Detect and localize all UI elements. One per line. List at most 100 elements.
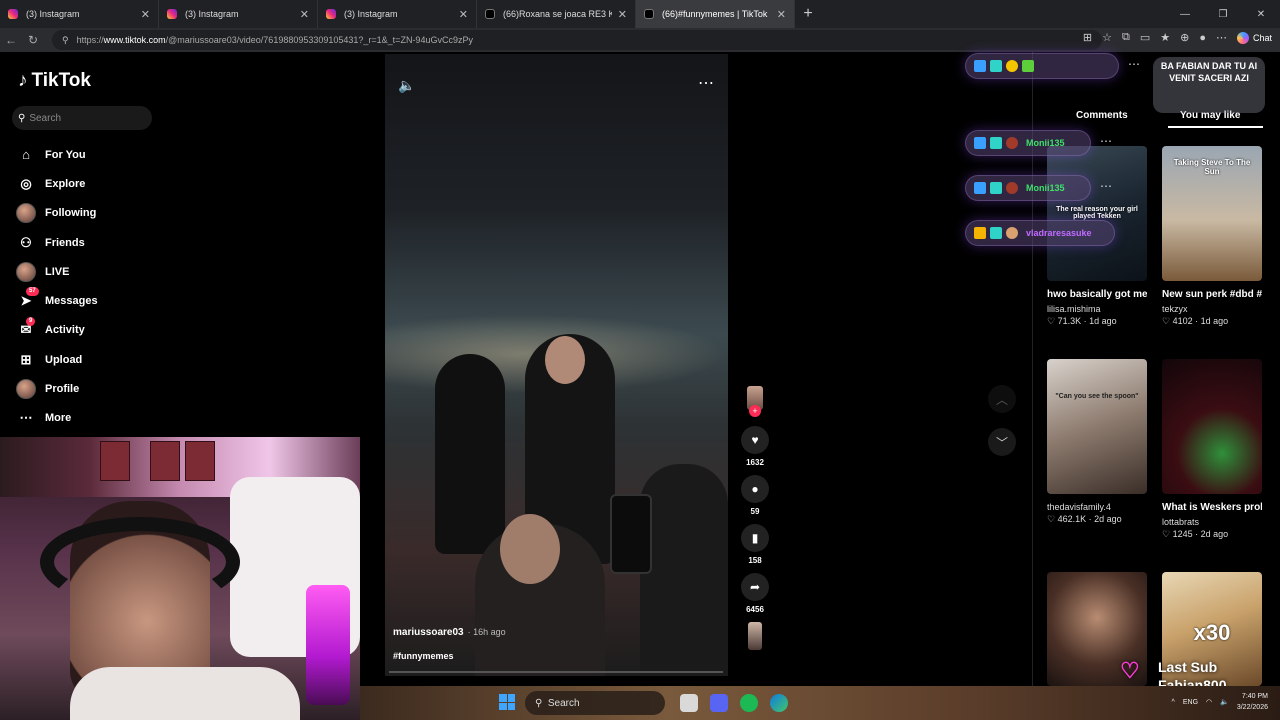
video-caption: mariussoare03 · 16h ago: [393, 627, 506, 638]
video-more-icon[interactable]: ⋯: [698, 73, 715, 93]
discord-icon[interactable]: [710, 694, 728, 712]
browser-tab-active[interactable]: (66)#funnymemes | TikTok ✕: [636, 0, 795, 28]
next-video-button[interactable]: ﹀: [988, 428, 1016, 456]
tab-comments[interactable]: Comments: [1076, 110, 1128, 121]
volume-icon[interactable]: 🔈: [1220, 698, 1229, 706]
new-tab-button[interactable]: +: [795, 5, 821, 23]
wifi-icon[interactable]: ◠: [1206, 698, 1212, 706]
browser-tab[interactable]: (3) Instagram ✕: [318, 0, 477, 28]
profile-icon[interactable]: ●: [1199, 32, 1206, 44]
video-username[interactable]: mariussoare03: [393, 627, 464, 638]
avatar-icon: [16, 379, 36, 400]
previous-video-button[interactable]: ︿: [988, 385, 1016, 413]
sidebar-item-friends[interactable]: ⚇ Friends: [16, 228, 98, 257]
video-figure: [435, 354, 505, 554]
heart-icon: ♡: [1162, 529, 1171, 539]
browser-tab[interactable]: (66)Roxana se joaca RE3 KICK.COM ✕: [477, 0, 636, 28]
heart-icon: ♡: [1162, 316, 1171, 326]
language-indicator[interactable]: ENG: [1183, 699, 1198, 706]
author-avatar[interactable]: +: [747, 386, 763, 417]
taskbar-clock[interactable]: 7:40 PM 3/22/2026: [1237, 691, 1268, 713]
tray-chevron-icon[interactable]: ^: [1172, 699, 1175, 706]
search-box[interactable]: ⚲: [12, 106, 152, 130]
video-hashtag[interactable]: #funnymemes: [393, 651, 454, 661]
sidebar-item-profile[interactable]: Profile: [16, 374, 98, 403]
more-icon: ⋯: [19, 410, 33, 426]
taskbar-search[interactable]: ⚲ Search: [525, 691, 665, 715]
video-progress-bar[interactable]: [389, 671, 723, 673]
badge-icon: [974, 60, 986, 72]
close-tab-icon[interactable]: ✕: [459, 8, 468, 21]
video-player[interactable]: [385, 54, 728, 676]
heart-icon: ♥: [741, 426, 769, 454]
sidebar-item-live[interactable]: LIVE: [16, 257, 98, 286]
close-tab-icon[interactable]: ✕: [618, 8, 627, 21]
save-button[interactable]: ▮ 158: [737, 524, 773, 565]
search-input[interactable]: [29, 112, 140, 124]
share-button[interactable]: ➦ 6456: [737, 573, 773, 614]
split-screen-icon[interactable]: ▭: [1140, 31, 1150, 44]
clock-date: 3/22/2026: [1236, 704, 1268, 711]
minimize-icon[interactable]: —: [1166, 0, 1204, 28]
sidebar-item-upload[interactable]: ⊞ Upload: [16, 345, 98, 374]
tab-title: (66)Roxana se joaca RE3 KICK.COM: [503, 9, 612, 19]
system-tray: ^ ENG ◠ 🔈 7:40 PM 3/22/2026: [1172, 691, 1268, 713]
video-actions: + ♥ 1632 ● 59 ▮ 158 ➦ 6456: [737, 386, 773, 650]
avatar-icon: [16, 261, 36, 282]
site-info-icon[interactable]: ⚲: [62, 35, 69, 46]
video-card[interactable]: "Can you see the spoon" thedavisfamily.4…: [1047, 359, 1147, 525]
video-likes: 1245: [1172, 529, 1193, 539]
follow-plus-icon[interactable]: +: [749, 405, 761, 417]
sidebar-item-explore[interactable]: ◎ Explore: [16, 169, 98, 198]
like-button[interactable]: ♥ 1632: [737, 426, 773, 467]
close-tab-icon[interactable]: ✕: [300, 8, 309, 21]
chat-username: Monii135: [1026, 183, 1065, 193]
sidebar-item-messages[interactable]: ➤ 57 Messages: [16, 286, 98, 315]
maximize-icon[interactable]: ❐: [1204, 0, 1242, 28]
favorites-icon[interactable]: ★: [1160, 31, 1170, 44]
back-icon[interactable]: ←: [0, 33, 22, 47]
tab-title: (3) Instagram: [185, 9, 239, 19]
close-window-icon[interactable]: ✕: [1242, 0, 1280, 28]
url-field[interactable]: ⚲ https://www.tiktok.com/@mariussoare03/…: [52, 30, 1102, 50]
browser-tab[interactable]: (3) Instagram ✕: [159, 0, 318, 28]
close-tab-icon[interactable]: ✕: [141, 8, 150, 21]
tiktok-logo[interactable]: ♪ TikTok: [18, 70, 91, 92]
edge-icon[interactable]: [770, 694, 788, 712]
favorite-star-icon[interactable]: ☆: [1102, 31, 1112, 44]
sidebar-item-activity[interactable]: ✉ 9 Activity: [16, 316, 98, 345]
volume-icon[interactable]: 🔈: [398, 77, 415, 94]
badge-icon: [974, 182, 986, 194]
share-count: 6456: [746, 605, 764, 614]
video-likes: 462.1K: [1057, 514, 1087, 524]
video-card[interactable]: Taking Steve To The Sun New sun perk #db…: [1162, 146, 1262, 327]
avatar-icon: [16, 203, 36, 224]
comment-button[interactable]: ● 59: [737, 475, 773, 516]
sidebar-item-more[interactable]: ⋯ More: [16, 404, 98, 433]
chevron-down-icon: ﹀: [995, 435, 1008, 450]
video-figure: [640, 464, 728, 676]
read-aloud-icon[interactable]: ⊞: [1083, 31, 1092, 44]
tab-title: (3) Instagram: [26, 9, 80, 19]
feed-navigation: ︿ ﹀: [988, 385, 1016, 471]
sidebar-item-following[interactable]: Following: [16, 199, 98, 228]
music-disc-icon[interactable]: [748, 622, 762, 650]
extensions-icon[interactable]: ⧉: [1122, 31, 1130, 44]
sidebar-item-for-you[interactable]: ⌂ For You: [16, 140, 98, 169]
windows-start-icon[interactable]: [499, 694, 515, 710]
heart-outline-icon: ♡: [1120, 658, 1140, 683]
url-prefix: https://: [76, 35, 104, 45]
collections-icon[interactable]: ⊕: [1180, 31, 1189, 44]
reload-icon[interactable]: ↻: [22, 33, 44, 47]
search-icon: ⚲: [535, 697, 543, 709]
browser-tab[interactable]: (3) Instagram ✕: [0, 0, 159, 28]
video-title: What is Weskers problem bruh...: [1162, 502, 1262, 513]
more-icon[interactable]: ⋯: [1216, 31, 1227, 44]
close-tab-icon[interactable]: ✕: [777, 8, 786, 21]
spotify-icon[interactable]: [740, 694, 758, 712]
copilot-chat-button[interactable]: Chat: [1236, 31, 1272, 44]
url-path: /@mariussoare03/video/761988095330910543…: [165, 35, 473, 45]
file-explorer-icon[interactable]: [680, 694, 698, 712]
video-card[interactable]: What is Weskers problem bruh... lottabra…: [1162, 359, 1262, 540]
sidebar-item-label: Activity: [45, 324, 85, 337]
